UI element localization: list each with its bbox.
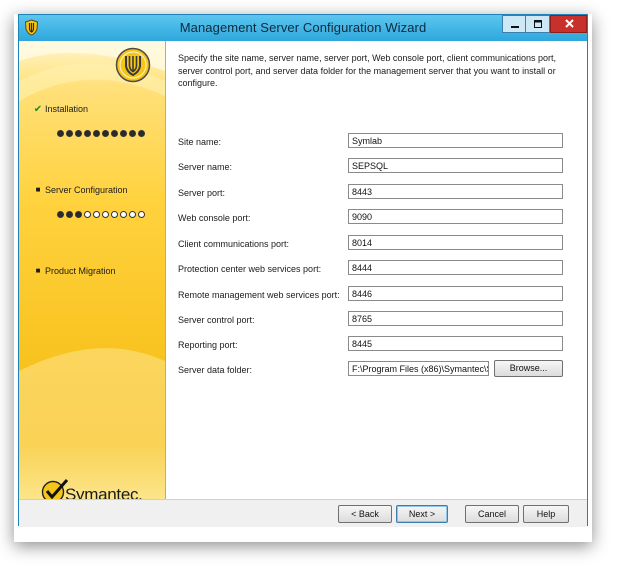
progress-dot: [129, 211, 136, 218]
protection-center-port-label: Protection center web services port:: [178, 264, 322, 274]
progress-dot: [120, 130, 127, 137]
site-name-label: Site name:: [178, 137, 222, 147]
progress-dot: [129, 130, 136, 137]
server-name-label: Server name:: [178, 162, 233, 172]
wizard-window: Management Server Configuration Wizard ✔…: [18, 14, 588, 527]
server-port-label: Server port:: [178, 188, 226, 198]
intro-text: Specify the site name, server name, serv…: [178, 53, 556, 88]
back-button[interactable]: < Back: [338, 505, 392, 523]
step-product-migration: ■ Product Migration: [36, 266, 116, 276]
close-button[interactable]: [550, 15, 587, 33]
wizard-content: Specify the site name, server name, serv…: [166, 41, 587, 499]
progress-dot: [57, 211, 64, 218]
progress-dot: [120, 211, 127, 218]
protection-center-port-input[interactable]: 8444: [348, 260, 563, 275]
checkmark-icon: ✔: [33, 104, 43, 115]
progress-dot: [111, 211, 118, 218]
step-label: Server Configuration: [45, 185, 128, 195]
step-server-configuration: ■ Server Configuration: [36, 185, 128, 195]
server-control-port-label: Server control port:: [178, 315, 255, 325]
minimize-icon: [511, 26, 519, 28]
bullet-icon: ■: [35, 185, 41, 194]
maximize-button[interactable]: [526, 15, 550, 33]
bullet-icon: ■: [35, 266, 41, 275]
progress-dot: [66, 130, 73, 137]
close-icon: [565, 19, 574, 28]
shield-logo-icon: [115, 47, 151, 83]
browse-button[interactable]: Browse...: [494, 360, 563, 377]
server-name-input[interactable]: SEPSQL: [348, 158, 563, 173]
progress-dot: [93, 130, 100, 137]
progress-dot: [138, 211, 145, 218]
reporting-port-input[interactable]: 8445: [348, 336, 563, 351]
client-communications-port-input[interactable]: 8014: [348, 235, 563, 250]
step-label: Installation: [45, 104, 89, 114]
progress-dot: [102, 211, 109, 218]
next-button[interactable]: Next >: [396, 505, 448, 523]
progress-dot: [111, 130, 118, 137]
progress-dot: [75, 130, 82, 137]
step-label: Product Migration: [45, 266, 116, 276]
wizard-sidebar: ✔ Installation ■ Server Configuration ■ …: [19, 41, 166, 499]
step-progress-server-configuration: [57, 205, 147, 223]
progress-dot: [66, 211, 73, 218]
web-console-port-input[interactable]: 9090: [348, 209, 563, 224]
progress-dot: [57, 130, 64, 137]
progress-dot: [138, 130, 145, 137]
server-data-folder-label: Server data folder:: [178, 365, 253, 375]
minimize-button[interactable]: [502, 15, 526, 33]
reporting-port-label: Reporting port:: [178, 340, 238, 350]
site-name-input[interactable]: Symlab: [348, 133, 563, 148]
server-port-input[interactable]: 8443: [348, 184, 563, 199]
title-bar[interactable]: Management Server Configuration Wizard: [19, 15, 587, 41]
progress-dot: [84, 211, 91, 218]
server-control-port-input[interactable]: 8765: [348, 311, 563, 326]
progress-dot: [84, 130, 91, 137]
client-communications-port-label: Client communications port:: [178, 239, 290, 249]
progress-dot: [102, 130, 109, 137]
maximize-icon: [534, 20, 542, 28]
wizard-footer: < Back Next > Cancel Help: [19, 499, 587, 527]
web-console-port-label: Web console port:: [178, 213, 251, 223]
remote-management-port-label: Remote management web services port:: [178, 290, 340, 300]
step-progress-installation: [57, 124, 147, 142]
progress-dot: [93, 211, 100, 218]
cancel-button[interactable]: Cancel: [465, 505, 519, 523]
server-data-folder-input[interactable]: F:\Program Files (x86)\Symantec\S: [348, 361, 489, 376]
remote-management-port-input[interactable]: 8446: [348, 286, 563, 301]
progress-dot: [75, 211, 82, 218]
help-button[interactable]: Help: [523, 505, 569, 523]
step-installation: ✔ Installation: [34, 104, 89, 115]
symantec-logo-text: Symantec.: [65, 485, 143, 499]
